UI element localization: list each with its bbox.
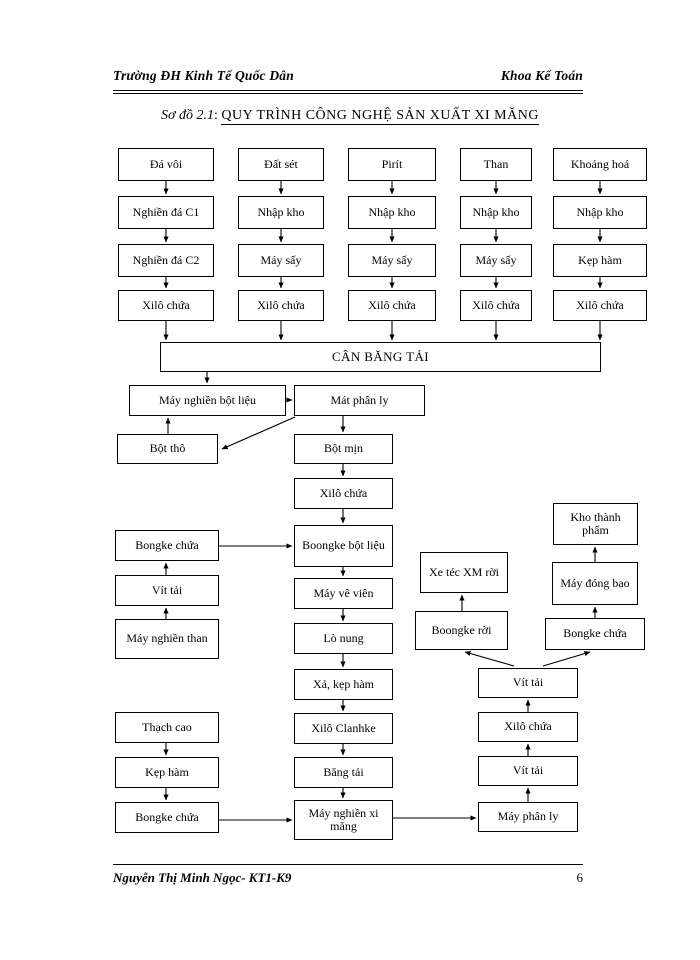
- flow-node: Máy sấy: [348, 244, 436, 277]
- flow-node: Xilô chứa: [348, 290, 436, 321]
- flow-node: Vít tải: [478, 756, 578, 786]
- flow-node: Đá vôi: [118, 148, 214, 181]
- flow-node: Pirít: [348, 148, 436, 181]
- flow-node: Nhập kho: [238, 196, 324, 229]
- flow-node: Nghiền đá C1: [118, 196, 214, 229]
- footer-author: Nguyễn Thị Minh Ngọc- KT1-K9: [113, 870, 292, 885]
- flow-node: Băng tải: [294, 757, 393, 788]
- flow-node: Bột thô: [117, 434, 218, 464]
- flow-node: Máy đóng bao: [552, 562, 638, 605]
- flow-node: Bongke chứa: [115, 530, 219, 561]
- flow-node: Kẹp hàm: [115, 757, 219, 788]
- flow-node: Xe téc XM rời: [420, 552, 508, 593]
- flow-node: Xilô chứa: [478, 712, 578, 742]
- flow-node: Máy sấy: [460, 244, 532, 277]
- flow-node: Khoáng hoá: [553, 148, 647, 181]
- flow-node: Máy sấy: [238, 244, 324, 277]
- flow-edge: [464, 651, 515, 667]
- flow-node: Đất sét: [238, 148, 324, 181]
- flow-node: Boongke rời: [415, 611, 508, 650]
- flow-node: Máy vê viên: [294, 578, 393, 609]
- flow-node: Máy nghiền xi măng: [294, 800, 393, 840]
- footer-page-number: 6: [576, 870, 584, 885]
- flow-node: Xilô chứa: [118, 290, 214, 321]
- flow-node: Kho thành phẩm: [553, 503, 638, 545]
- flow-node: Than: [460, 148, 532, 181]
- flow-node: Vít tải: [478, 668, 578, 698]
- flow-node: Xilô chứa: [460, 290, 532, 321]
- flow-node: Nhập kho: [553, 196, 647, 229]
- document-page: Trường ĐH Kinh Tế Quốc Dân Khoa Kế Toán …: [0, 0, 700, 960]
- flow-node: Xilô chứa: [553, 290, 647, 321]
- flow-node: Xilô Clanhke: [294, 713, 393, 744]
- flow-node: Máy nghiền bột liệu: [129, 385, 286, 416]
- flowchart-canvas: Đá vôi Đất sét Pirít Than Khoáng hoá Nghiền đ…: [0, 0, 700, 960]
- footer-divider: [113, 864, 583, 865]
- flow-node: Kẹp hàm: [553, 244, 647, 277]
- flow-node: Nhập kho: [348, 196, 436, 229]
- flow-node: Xilô chứa: [238, 290, 324, 321]
- flow-node: Nghiền đá C2: [118, 244, 214, 277]
- flow-node: Vít tải: [115, 575, 219, 606]
- flow-node: Thạch cao: [115, 712, 219, 743]
- flow-node: Bột mịn: [294, 434, 393, 464]
- flow-node: Boongke bột liệu: [294, 525, 393, 567]
- flow-node: Máy phân ly: [478, 802, 578, 832]
- flow-node: Bongke chứa: [545, 618, 645, 650]
- flow-node: Xilô chứa: [294, 478, 393, 509]
- page-footer: Nguyễn Thị Minh Ngọc- KT1-K9 6: [113, 870, 583, 890]
- flow-node: Lò nung: [294, 623, 393, 654]
- flow-edge: [221, 416, 296, 450]
- flow-node: Mát phân ly: [294, 385, 425, 416]
- flow-node: Bongke chứa: [115, 802, 219, 833]
- flow-node: CÂN BĂNG TẢI: [160, 342, 601, 372]
- flow-node: Nhập kho: [460, 196, 532, 229]
- flow-node: Xả, kẹp hàm: [294, 669, 393, 700]
- flow-edge: [542, 651, 591, 667]
- flow-node: Máy nghiền than: [115, 619, 219, 659]
